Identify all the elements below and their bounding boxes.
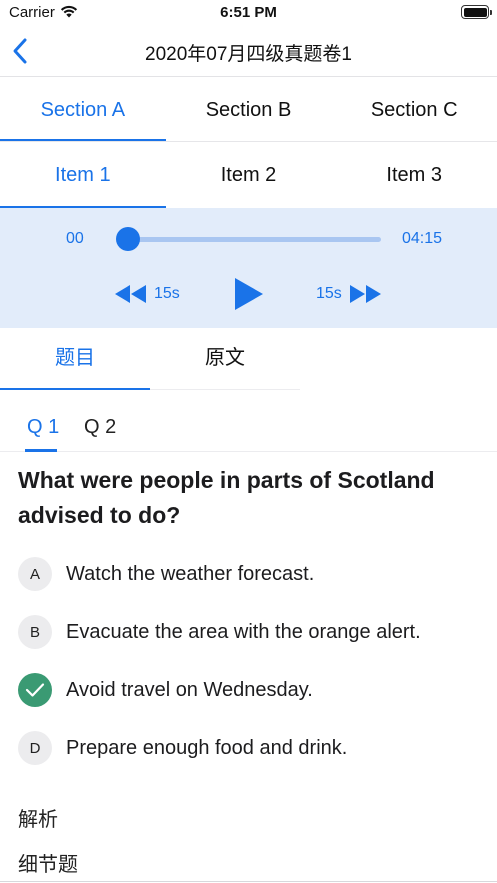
audio-player: 00 04:15 15s 15s <box>0 208 497 328</box>
fast-forward-icon <box>349 285 381 303</box>
tab-item-1[interactable]: Item 1 <box>0 143 166 208</box>
option-text: Prepare enough food and drink. <box>66 736 348 759</box>
section-tabs: Section A Section B Section C <box>0 78 497 142</box>
forward-label: 15s <box>316 285 342 302</box>
checkmark-icon <box>18 673 52 707</box>
progress-knob[interactable] <box>116 227 140 251</box>
option-letter-badge: D <box>18 731 52 765</box>
current-time: 00 <box>66 230 84 247</box>
play-button[interactable] <box>232 276 266 312</box>
option-b[interactable]: B Evacuate the area with the orange aler… <box>18 614 480 650</box>
option-text: Watch the weather forecast. <box>66 562 315 585</box>
option-text: Avoid travel on Wednesday. <box>66 678 313 701</box>
item-tabs: Item 1 Item 2 Item 3 <box>0 143 497 208</box>
tab-q1[interactable]: Q 1 <box>27 416 59 439</box>
rewind-icon <box>115 285 146 303</box>
navigation-bar: 2020年07月四级真题卷1 <box>0 26 497 77</box>
clock: 6:51 PM <box>220 4 277 21</box>
tab-section-b[interactable]: Section B <box>166 78 332 141</box>
tab-q2[interactable]: Q 2 <box>84 416 116 439</box>
content-tabs: 题目 原文 <box>0 328 300 390</box>
tab-transcript[interactable]: 原文 <box>150 328 300 389</box>
analysis-text: 细节题 <box>18 854 78 876</box>
option-letter-badge: B <box>18 615 52 649</box>
status-bar: Carrier 6:51 PM <box>0 0 497 26</box>
play-icon <box>235 278 263 310</box>
rewind-button[interactable]: 15s <box>114 283 180 305</box>
page-title: 2020年07月四级真题卷1 <box>145 44 352 65</box>
tab-section-a[interactable]: Section A <box>0 78 166 141</box>
forward-button[interactable]: 15s <box>316 283 382 305</box>
active-tab-indicator <box>25 449 57 452</box>
option-text: Evacuate the area with the orange alert. <box>66 620 421 643</box>
tab-questions[interactable]: 题目 <box>0 328 150 390</box>
battery-icon <box>461 5 492 19</box>
option-a[interactable]: A Watch the weather forecast. <box>18 556 480 592</box>
option-letter-badge: A <box>18 557 52 591</box>
question-tabs: Q 1 Q 2 <box>0 400 497 452</box>
rewind-label: 15s <box>154 285 180 302</box>
divider <box>0 881 497 882</box>
progress-track[interactable] <box>122 237 381 242</box>
question-text: What were people in parts of Scotland ad… <box>18 467 435 528</box>
tab-item-3[interactable]: Item 3 <box>331 143 497 208</box>
analysis-heading: 解析 <box>18 809 58 831</box>
total-time: 04:15 <box>401 230 442 247</box>
tab-section-c[interactable]: Section C <box>331 78 497 141</box>
option-d[interactable]: D Prepare enough food and drink. <box>18 730 480 766</box>
tab-item-2[interactable]: Item 2 <box>166 143 332 208</box>
option-c[interactable]: Avoid travel on Wednesday. <box>18 672 480 708</box>
